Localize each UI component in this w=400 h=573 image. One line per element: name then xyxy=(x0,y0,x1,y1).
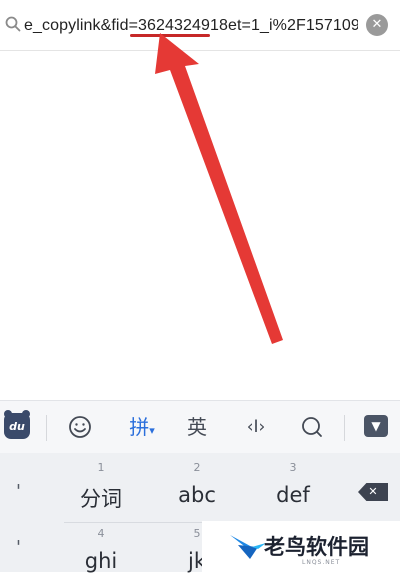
keyboard-toolbar: du 拼▾ 英 ‹I› ▼ xyxy=(0,400,400,453)
backspace-key[interactable]: ✕ xyxy=(358,483,388,501)
punctuation-key[interactable]: ' xyxy=(16,481,21,502)
watermark-subtitle: LNQS.NET xyxy=(302,559,341,566)
pinyin-mode-button[interactable]: 拼▾ xyxy=(122,411,162,443)
key-number: 3 xyxy=(289,461,297,474)
search-icon[interactable] xyxy=(296,411,328,443)
key-3[interactable]: 3 def xyxy=(254,453,332,517)
close-circle-icon[interactable]: ✕ xyxy=(366,14,388,36)
address-bar[interactable]: e_copylink&fid=3624324918et=1_i%2F157109… xyxy=(0,0,400,51)
baidu-input-logo-icon[interactable]: du xyxy=(4,410,30,439)
annotation-arrow xyxy=(155,33,283,344)
watermark-title: 老鸟软件园 xyxy=(264,535,369,559)
key-4[interactable]: 4 ghi xyxy=(62,453,140,573)
bird-logo-icon xyxy=(230,535,266,559)
key-number: 4 xyxy=(97,527,105,540)
english-mode-button[interactable]: 英 xyxy=(180,411,214,443)
toolbar-divider xyxy=(46,415,47,441)
cursor-control-button[interactable]: ‹I› xyxy=(236,411,276,443)
fid-highlight-underline xyxy=(130,34,210,37)
punctuation-key[interactable]: ' xyxy=(16,537,21,558)
keyboard-hide-icon[interactable]: ▼ xyxy=(364,415,388,437)
toolbar-divider xyxy=(344,415,345,441)
key-label: def xyxy=(276,483,310,507)
search-icon xyxy=(5,16,21,32)
key-label: ghi xyxy=(84,549,118,573)
smiley-icon[interactable] xyxy=(64,411,96,443)
watermark: 老鸟软件园 LNQS.NET xyxy=(202,521,400,572)
